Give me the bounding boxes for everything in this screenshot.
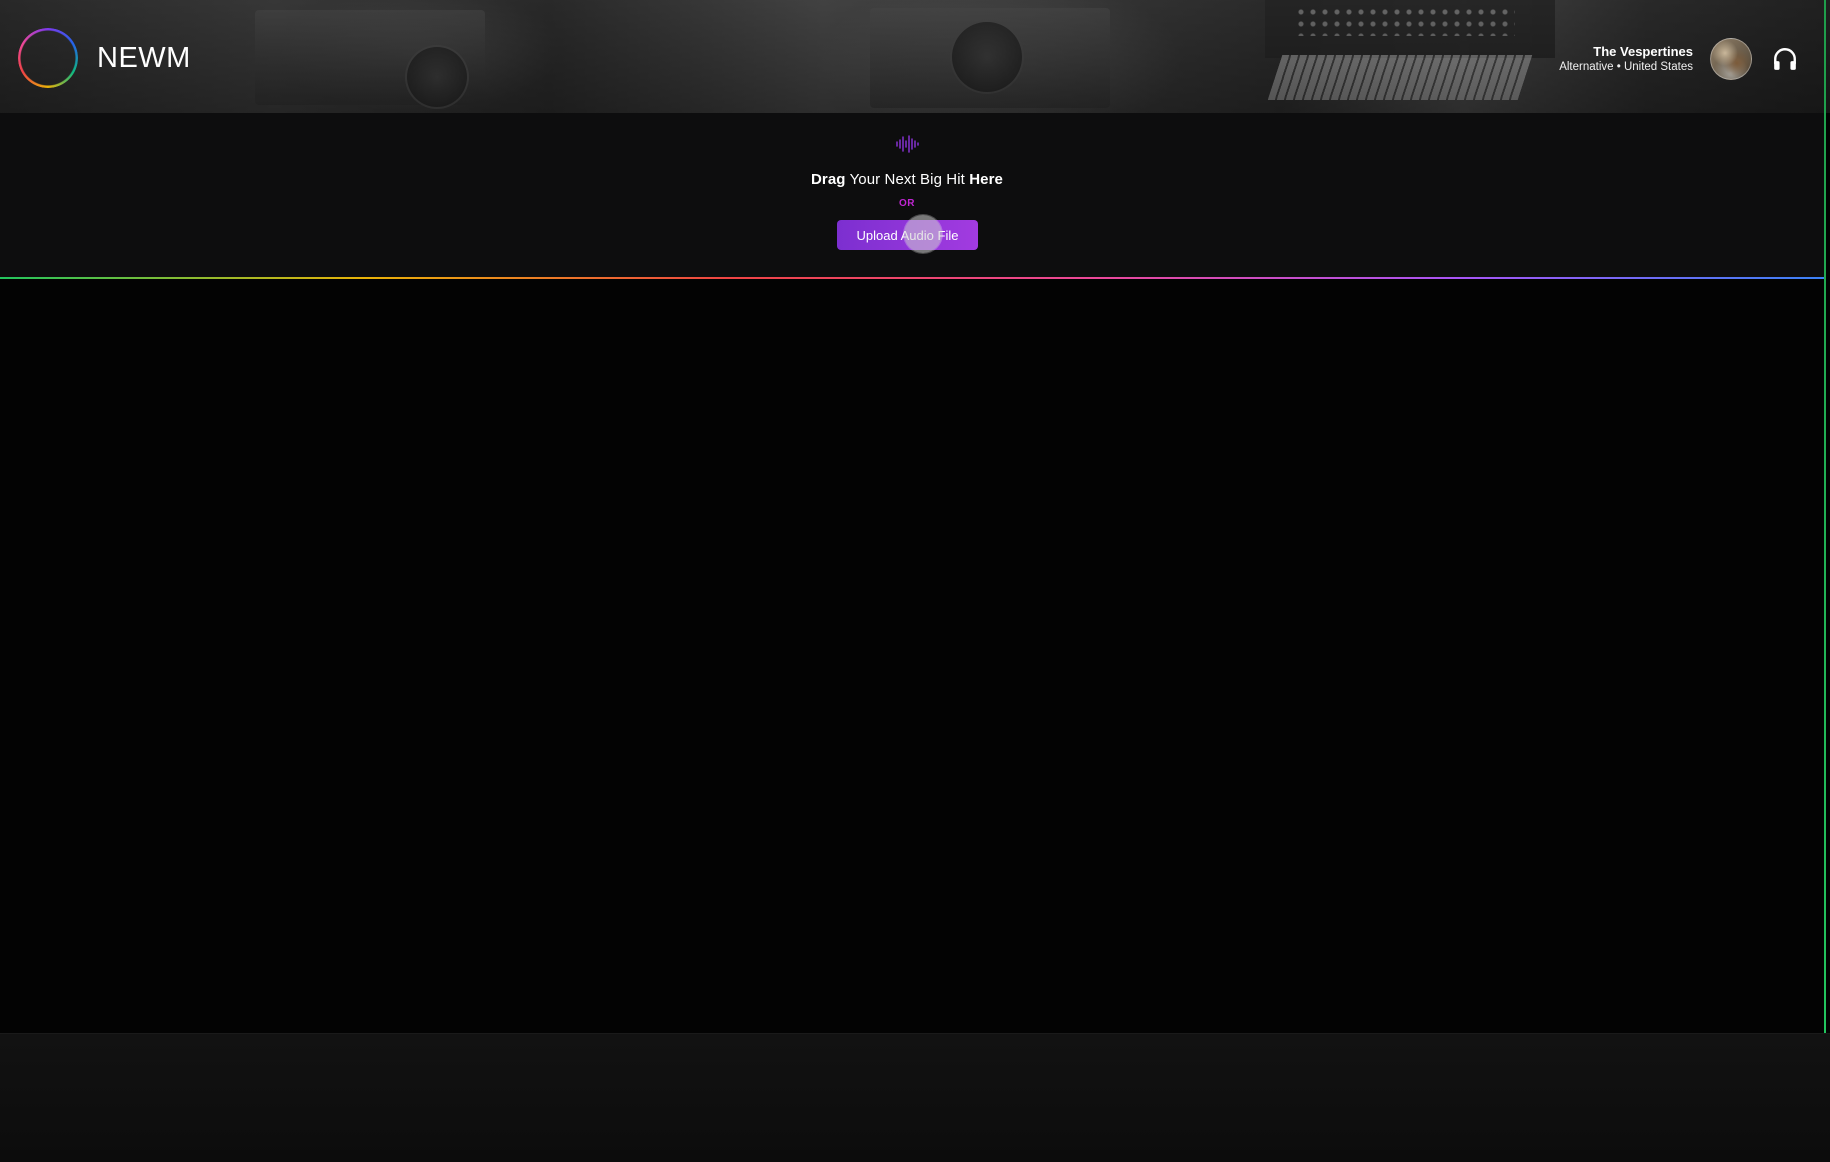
or-divider-label: OR — [899, 198, 915, 209]
audio-drop-zone[interactable]: Drag Your Next Big Hit Here OR Upload Au… — [0, 113, 1824, 277]
drag-middle-text: Your Next Big Hit — [845, 171, 970, 188]
headphones-icon[interactable] — [1772, 46, 1798, 72]
brand-wordmark[interactable]: NEWM — [97, 42, 191, 75]
audio-wave-icon — [896, 135, 919, 153]
main-content-area — [0, 279, 1824, 1033]
artist-genre-location: Alternative • United States — [1559, 61, 1693, 73]
footer-area — [0, 1033, 1830, 1162]
green-edge-accent — [1824, 0, 1826, 1033]
avatar[interactable] — [1710, 38, 1752, 80]
header-banner: NEWM The Vespertines Alternative • Unite… — [0, 0, 1830, 113]
artist-profile[interactable]: The Vespertines Alternative • United Sta… — [1559, 44, 1693, 75]
drag-word: Drag — [811, 171, 846, 188]
upload-audio-file-button[interactable]: Upload Audio File — [837, 220, 978, 250]
newm-ring-logo-icon[interactable] — [18, 28, 78, 88]
here-word: Here — [969, 171, 1003, 188]
header-shade — [0, 0, 1830, 113]
artist-name: The Vespertines — [1593, 44, 1693, 59]
page: NEWM The Vespertines Alternative • Unite… — [0, 0, 1830, 1162]
drag-instruction: Drag Your Next Big Hit Here — [0, 171, 1814, 188]
